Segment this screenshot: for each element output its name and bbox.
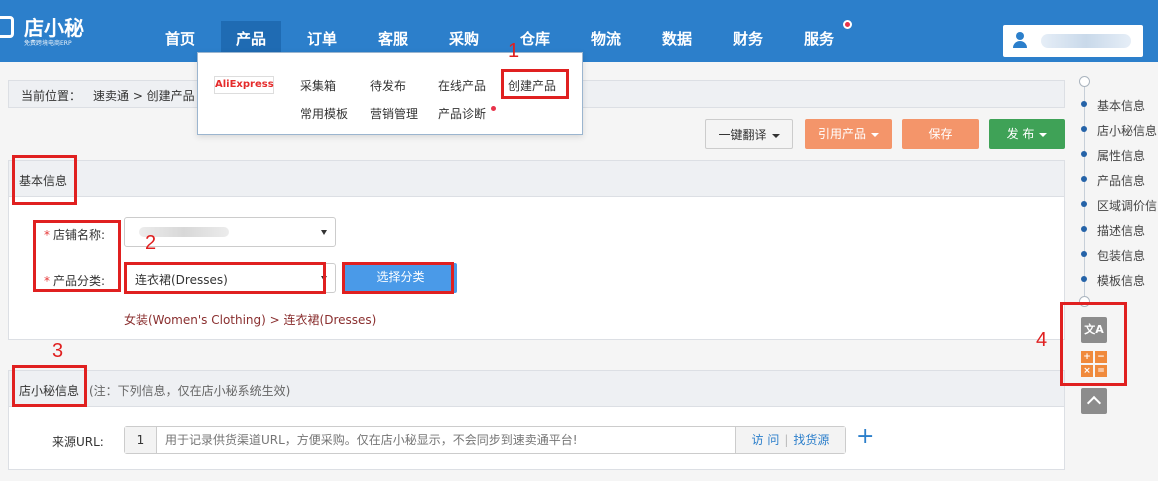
notification-dot	[843, 20, 852, 29]
annotation-box-choose	[342, 262, 454, 294]
user-icon	[1013, 32, 1027, 48]
find-source-button[interactable]: 找货源	[793, 433, 829, 447]
menu-item-collection-box[interactable]: 采集箱	[300, 77, 336, 94]
source-url-input[interactable]	[165, 427, 725, 453]
menu-item-product-diagnosis[interactable]: 产品诊断	[438, 105, 486, 122]
annotation-box-basic-info	[12, 155, 77, 205]
source-url-actions: 访 问 | 找货源	[735, 427, 845, 453]
cite-button-label: 引用产品	[817, 127, 866, 141]
scroll-to-top-button[interactable]	[1081, 388, 1107, 414]
diagnosis-notification-dot	[491, 106, 496, 111]
source-url-label: 来源URL:	[52, 435, 104, 449]
annotation-number-3: 3	[52, 340, 64, 362]
dxm-info-panel: 店小秘信息 (注：下列信息，仅在店小秘系统生效)	[8, 370, 1065, 470]
annotation-box-category	[124, 262, 326, 294]
logo-subtitle: 免费跨境电商ERP	[24, 40, 72, 47]
translate-button-label: 一键翻译	[718, 128, 767, 142]
user-name-redacted	[1041, 34, 1131, 48]
nav-item-finance[interactable]: 财务	[718, 21, 778, 62]
nav-item-services[interactable]: 服务	[789, 21, 849, 62]
user-menu[interactable]	[1003, 25, 1143, 57]
chevron-down-icon	[871, 132, 879, 137]
save-button[interactable]: 保存	[902, 119, 979, 149]
chevron-up-icon	[1086, 395, 1102, 411]
cite-product-button[interactable]: 引用产品	[805, 119, 892, 149]
chevron-down-icon	[1039, 132, 1048, 137]
chevron-down-icon	[771, 133, 780, 138]
publish-button-label: 发 布	[1006, 127, 1035, 141]
source-url-group: 1 访 问|找货源	[124, 426, 846, 454]
annotation-box-3	[12, 365, 87, 407]
visit-url-button[interactable]: 访 问	[752, 433, 780, 447]
one-click-translate-button[interactable]: 一键翻译	[705, 119, 793, 149]
publish-button[interactable]: 发 布	[989, 119, 1065, 149]
annotation-box-2	[33, 220, 121, 292]
menu-item-common-templates[interactable]: 常用模板	[300, 105, 348, 122]
add-url-icon[interactable]: +	[856, 424, 874, 450]
annotation-box-1	[501, 69, 569, 99]
menu-item-marketing[interactable]: 营销管理	[370, 105, 418, 122]
aliexpress-logo[interactable]: AliExpress	[214, 76, 274, 94]
dxm-info-header: 店小秘信息 (注：下列信息，仅在店小秘系统生效)	[9, 371, 1064, 407]
menu-item-online-products[interactable]: 在线产品	[438, 77, 486, 94]
source-url-index: 1	[125, 427, 157, 453]
annotation-number-2: 2	[145, 232, 157, 254]
logo-title: 店小秘	[24, 16, 84, 40]
menu-item-pending-publish[interactable]: 待发布	[370, 77, 406, 94]
category-path: 女装(Women's Clothing) > 连衣裙(Dresses)	[124, 313, 377, 327]
nav-item-data[interactable]: 数据	[647, 21, 707, 62]
annotation-box-4	[1060, 302, 1127, 386]
nav-item-logistics[interactable]: 物流	[576, 21, 636, 62]
annotation-number-4: 4	[1036, 329, 1048, 351]
logo-icon	[0, 16, 14, 38]
breadcrumb-path[interactable]: 速卖通 > 创建产品	[93, 87, 195, 104]
side-nav-top-circle	[1079, 76, 1090, 87]
side-nav-line	[1084, 82, 1085, 302]
caret-down-icon	[321, 230, 327, 235]
basic-info-header: 基本信息	[9, 161, 1064, 197]
dxm-info-note: (注：下列信息，仅在店小秘系统生效)	[89, 384, 291, 398]
breadcrumb-label: 当前位置：	[21, 89, 82, 103]
annotation-number-1: 1	[508, 40, 520, 62]
